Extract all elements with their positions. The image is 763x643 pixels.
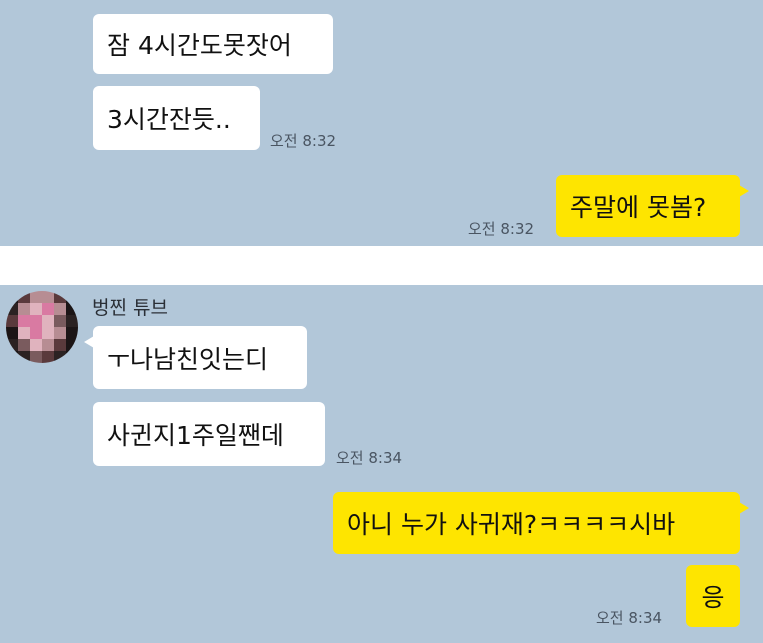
- avatar-pixel: [54, 303, 66, 315]
- message-timestamp: 오전 8:32: [468, 220, 535, 238]
- avatar-pixel: [30, 315, 42, 327]
- avatar-pixel: [42, 327, 54, 339]
- avatar-pixel: [18, 291, 30, 303]
- avatar-pixel: [18, 339, 30, 351]
- chat-panel-bottom: 벙찐 튜브 ㅜ나남친잇는디 사귄지1주일짼데 오전 8:34 아니 누가 사귀재…: [0, 285, 763, 643]
- avatar-pixel: [54, 351, 66, 363]
- avatar-pixel: [66, 315, 78, 327]
- avatar-pixel: [42, 303, 54, 315]
- message-bubble-incoming[interactable]: ㅜ나남친잇는디: [84, 326, 307, 389]
- avatar-pixel: [18, 351, 30, 363]
- avatar-pixel: [42, 339, 54, 351]
- avatar-pixel: [66, 351, 78, 363]
- message-timestamp: 오전 8:34: [596, 609, 663, 627]
- avatar-pixel: [42, 351, 54, 363]
- avatar-pixel: [66, 303, 78, 315]
- message-timestamp: 오전 8:34: [336, 449, 403, 467]
- avatar-pixel: [66, 327, 78, 339]
- avatar-pixel: [30, 291, 42, 303]
- avatar-pixel: [30, 351, 42, 363]
- avatar-pixel: [6, 303, 18, 315]
- avatar-pixel: [42, 315, 54, 327]
- avatar-pixel: [66, 339, 78, 351]
- message-bubble-outgoing[interactable]: 응: [686, 565, 740, 627]
- avatar-pixel: [30, 327, 42, 339]
- message-bubble-incoming[interactable]: 3시간잔듯..: [93, 86, 260, 150]
- avatar-pixel: [54, 327, 66, 339]
- message-timestamp: 오전 8:32: [270, 132, 337, 150]
- avatar-pixel: [18, 327, 30, 339]
- message-bubble-outgoing[interactable]: 주말에 못봄?: [556, 175, 749, 237]
- avatar-pixel: [6, 327, 18, 339]
- avatar-pixel: [30, 339, 42, 351]
- avatar-pixel: [30, 303, 42, 315]
- message-bubble-incoming[interactable]: 잠 4시간도못잣어: [93, 14, 333, 74]
- message-bubble-incoming[interactable]: 사귄지1주일짼데: [93, 402, 325, 466]
- avatar-pixel: [54, 315, 66, 327]
- avatar-pixel: [42, 291, 54, 303]
- avatar-pixel: [6, 315, 18, 327]
- avatar-pixel: [6, 291, 18, 303]
- sender-name: 벙찐 튜브: [92, 297, 168, 319]
- avatar-pixel: [54, 339, 66, 351]
- avatar-pixel: [6, 351, 18, 363]
- avatar-pixel: [18, 303, 30, 315]
- message-bubble-outgoing[interactable]: 아니 누가 사귀재?ㅋㅋㅋㅋ시바: [333, 492, 749, 554]
- avatar-pixel: [66, 291, 78, 303]
- blurred-profile-photo-icon[interactable]: [6, 291, 78, 363]
- avatar-pixel: [18, 315, 30, 327]
- chat-panel-top: 잠 4시간도못잣어 3시간잔듯.. 오전 8:32 오전 8:32 주말에 못봄…: [0, 0, 763, 246]
- avatar-pixel: [6, 339, 18, 351]
- avatar-pixel: [54, 291, 66, 303]
